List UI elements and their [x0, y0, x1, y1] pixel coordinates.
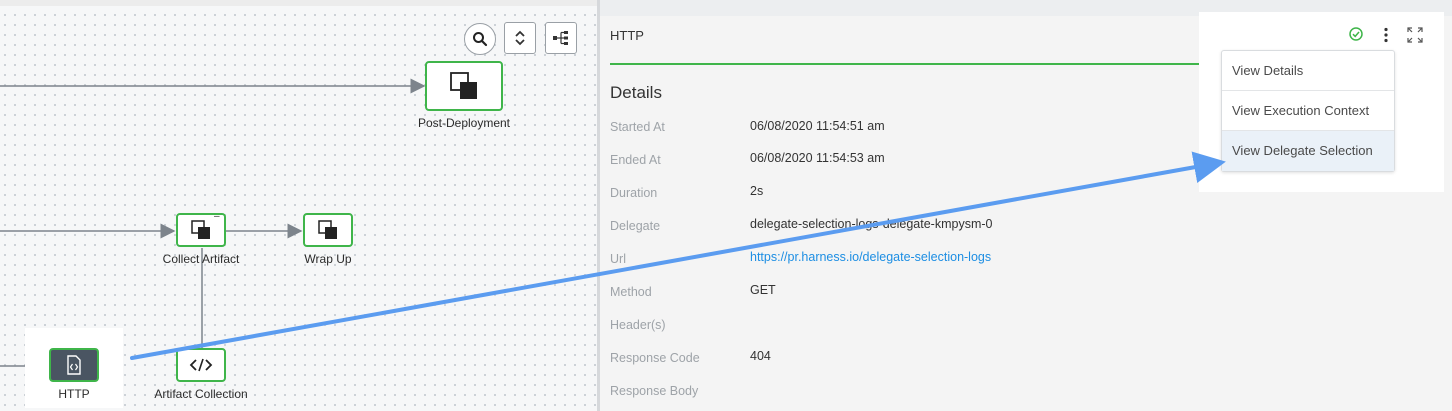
annotation-arrow [130, 151, 1226, 360]
